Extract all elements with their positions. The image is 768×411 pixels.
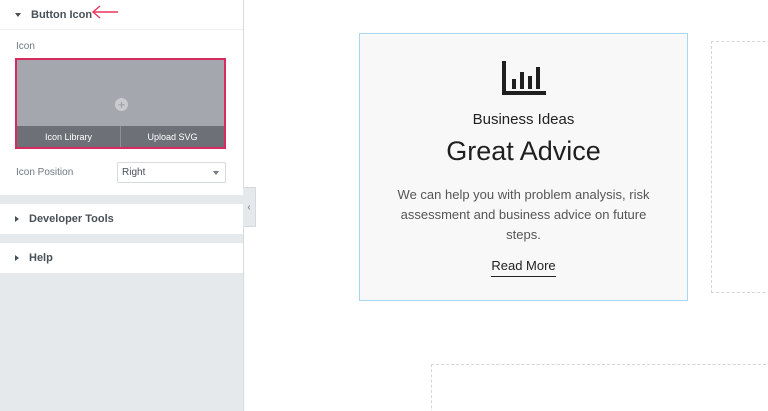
developer-tools-section: Developer Tools bbox=[0, 204, 243, 234]
read-more-link[interactable]: Read More bbox=[491, 258, 556, 277]
icon-position-label: Icon Position bbox=[16, 167, 74, 178]
collapse-panel-button[interactable]: ‹ bbox=[243, 187, 256, 227]
caret-right-icon bbox=[15, 254, 19, 261]
empty-column-placeholder[interactable] bbox=[711, 41, 768, 293]
button-icon-section: Button Icon Icon + Icon Library Upload S… bbox=[0, 0, 243, 195]
help-title: Help bbox=[29, 251, 53, 264]
card-title: Great Advice bbox=[446, 136, 601, 166]
icon-picker-actions: Icon Library Upload SVG bbox=[17, 126, 224, 147]
info-box-widget[interactable]: Business Ideas Great Advice We can help … bbox=[359, 33, 688, 301]
editor-panel: Button Icon Icon + Icon Library Upload S… bbox=[0, 0, 243, 411]
button-icon-section-title: Button Icon bbox=[31, 8, 93, 21]
button-icon-section-header[interactable]: Button Icon bbox=[0, 0, 243, 29]
card-description: We can help you with problem analysis, r… bbox=[397, 187, 650, 242]
help-section: Help bbox=[0, 243, 243, 273]
developer-tools-section-header[interactable]: Developer Tools bbox=[0, 204, 243, 233]
upload-svg-button[interactable]: Upload SVG bbox=[120, 126, 224, 147]
caret-down-icon bbox=[15, 12, 21, 17]
empty-section-placeholder[interactable] bbox=[431, 364, 768, 411]
icon-position-value: Right bbox=[122, 167, 146, 178]
icon-field-label: Icon bbox=[16, 41, 35, 52]
icon-library-button[interactable]: Icon Library bbox=[17, 126, 120, 147]
pointer-arrow-icon bbox=[91, 5, 118, 19]
add-icon[interactable]: + bbox=[115, 98, 128, 111]
icon-position-select[interactable]: Right bbox=[117, 162, 226, 183]
card-subtitle: Business Ideas bbox=[472, 111, 575, 128]
caret-right-icon bbox=[15, 215, 19, 222]
developer-tools-title: Developer Tools bbox=[29, 212, 114, 225]
section-divider bbox=[0, 29, 243, 30]
help-section-header[interactable]: Help bbox=[0, 243, 243, 272]
chevron-down-icon bbox=[213, 171, 219, 175]
icon-picker[interactable]: + Icon Library Upload SVG bbox=[15, 58, 226, 149]
read-more-container: Read More bbox=[360, 257, 687, 277]
bar-chart-icon bbox=[502, 61, 546, 95]
